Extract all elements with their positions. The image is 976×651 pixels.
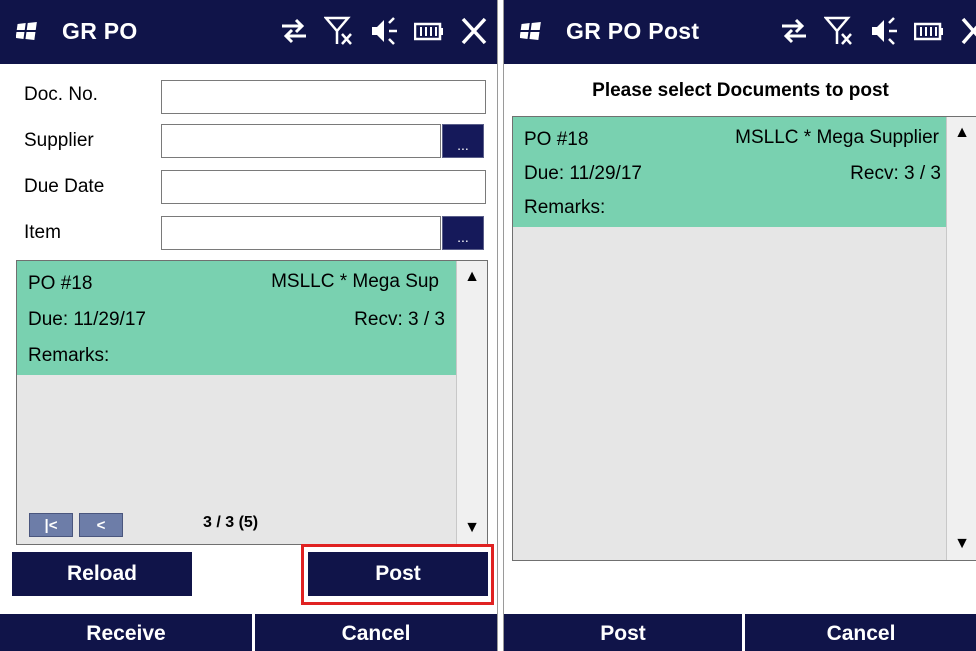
close-icon[interactable]: [960, 14, 976, 48]
item-label: Item: [24, 222, 61, 243]
supplier-name: MSLLC * Mega Supplier: [735, 127, 939, 148]
received-count: Recv: 3 / 3: [354, 309, 445, 330]
screen-title: GR PO: [62, 18, 138, 44]
no-signal-icon: [324, 16, 352, 45]
scroll-up-icon[interactable]: ▲: [947, 117, 976, 149]
sync-icon: [282, 18, 306, 44]
list-item[interactable]: PO #18 MSLLC * Mega Sup Due: 11/29/17 Re…: [17, 261, 457, 375]
post-button[interactable]: Post: [308, 552, 488, 596]
doc-no-label: Doc. No.: [24, 84, 98, 105]
title-bar: GR PO: [0, 0, 497, 64]
battery-icon: [914, 22, 943, 41]
close-icon[interactable]: [460, 14, 488, 48]
po-number: PO #18: [28, 273, 93, 294]
first-page-button[interactable]: |<: [29, 513, 73, 537]
scrollbar[interactable]: ▲ ▼: [456, 261, 487, 544]
battery-icon: [414, 22, 443, 41]
due-date: Due: 11/29/17: [28, 309, 146, 330]
supplier-input[interactable]: [161, 124, 441, 158]
remarks: Remarks:: [28, 345, 110, 366]
scroll-up-icon[interactable]: ▲: [457, 261, 487, 293]
screen-title: GR PO Post: [566, 18, 700, 44]
reload-button[interactable]: Reload: [12, 552, 192, 596]
post-button[interactable]: Post: [504, 614, 742, 651]
prompt-text: Please select Documents to post: [592, 80, 889, 101]
supplier-name: MSLLC * Mega Sup: [271, 271, 439, 292]
list-item[interactable]: PO #18 MSLLC * Mega Supplier Due: 11/29/…: [513, 117, 949, 227]
scroll-down-icon[interactable]: ▼: [947, 528, 976, 560]
sync-icon: [782, 18, 806, 44]
prev-page-button[interactable]: <: [79, 513, 123, 537]
windows-logo-icon[interactable]: [520, 21, 542, 41]
item-input[interactable]: [161, 216, 441, 250]
volume-icon: [372, 17, 397, 45]
volume-icon: [872, 17, 897, 45]
supplier-lookup-button[interactable]: ...: [442, 124, 484, 158]
no-signal-icon: [824, 16, 852, 45]
due-date: Due: 11/29/17: [524, 163, 642, 184]
due-date-input[interactable]: [161, 170, 486, 204]
page-status: 3 / 3 (5): [203, 514, 259, 531]
post-document-list[interactable]: PO #18 MSLLC * Mega Supplier Due: 11/29/…: [512, 116, 976, 561]
cancel-button[interactable]: Cancel: [745, 614, 976, 651]
gr-po-post-screen: GR PO Post Please select Documents to po…: [503, 0, 976, 651]
windows-logo-icon[interactable]: [16, 21, 38, 41]
po-number: PO #18: [524, 129, 589, 150]
doc-no-input[interactable]: [161, 80, 486, 114]
scroll-down-icon[interactable]: ▼: [457, 512, 487, 544]
gr-po-screen: GR PO Doc. No. Supplier ... Due Date Ite…: [0, 0, 498, 651]
cancel-button[interactable]: Cancel: [255, 614, 497, 651]
item-lookup-button[interactable]: ...: [442, 216, 484, 250]
scrollbar[interactable]: ▲ ▼: [946, 117, 976, 560]
status-icons: [780, 14, 976, 48]
po-list[interactable]: PO #18 MSLLC * Mega Sup Due: 11/29/17 Re…: [16, 260, 488, 545]
title-bar: GR PO Post: [504, 0, 976, 64]
status-icons: [280, 14, 488, 48]
remarks: Remarks:: [524, 197, 606, 218]
due-date-label: Due Date: [24, 176, 105, 197]
received-count: Recv: 3 / 3: [850, 163, 941, 184]
receive-button[interactable]: Receive: [0, 614, 252, 651]
supplier-label: Supplier: [24, 130, 94, 151]
